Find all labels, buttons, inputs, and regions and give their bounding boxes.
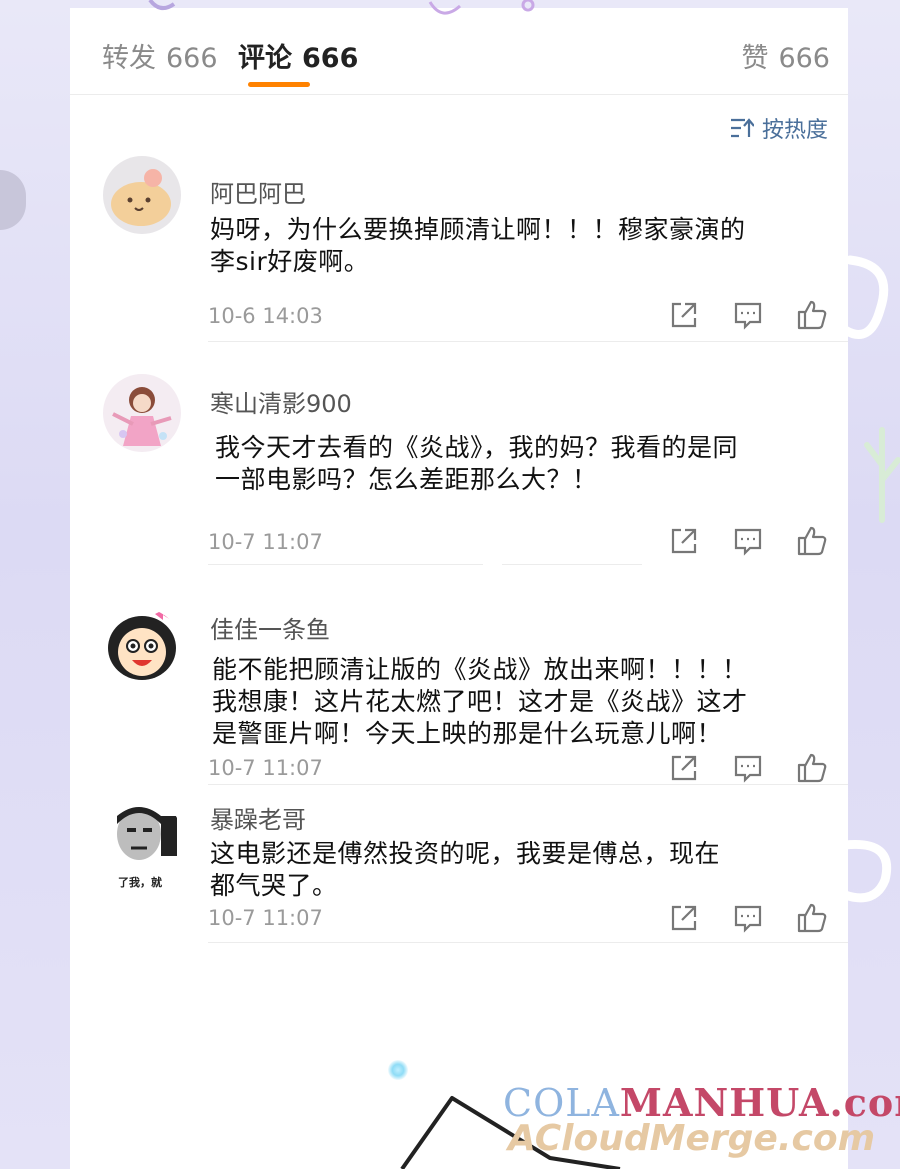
sparkle-glow (388, 1060, 408, 1080)
tab-repost[interactable]: 转发 666 (102, 36, 218, 75)
comment-text-line: 一部电影吗？怎么差距那么大？！ (215, 465, 598, 494)
tab-likes[interactable]: 赞 666 (741, 36, 830, 75)
comment-actions (668, 299, 828, 331)
avatar[interactable] (103, 608, 181, 686)
share-icon[interactable] (668, 525, 700, 557)
reply-icon[interactable] (732, 902, 764, 934)
divider (208, 341, 848, 342)
share-icon[interactable] (668, 752, 700, 784)
comment-text-line: 我今天才去看的《炎战》，我的妈？我看的是同 (215, 433, 739, 462)
avatar[interactable] (103, 802, 181, 880)
comment-text-line: 李sir好废啊。 (210, 247, 370, 276)
comment-text: 我今天才去看的《炎战》，我的妈？我看的是同 一部电影吗？怎么差距那么大？！ (215, 432, 775, 496)
comment-author[interactable]: 暴躁老哥 (210, 800, 306, 835)
comment-text-line: 妈呀，为什么要换掉顾清让啊！！！穆家豪演的 (210, 215, 746, 244)
background-plant (864, 427, 900, 523)
tab-comments-label: 评论 (238, 43, 292, 74)
comments-panel: 转发 666 评论 666 赞 666 按热度 阿巴阿巴 妈呀，为什么要换掉顾清… (70, 0, 848, 1169)
watermark-text: ACloudMerge.com (508, 1118, 876, 1159)
comment-time: 10-6 14:03 (208, 304, 323, 328)
comment-actions (668, 902, 828, 934)
like-icon[interactable] (796, 299, 828, 331)
tab-likes-count: 666 (778, 43, 830, 74)
tab-repost-count: 666 (166, 43, 218, 74)
avatar[interactable] (103, 156, 181, 234)
comment-text-line: 这电影还是傅然投资的呢，我要是傅总，现在 (210, 839, 721, 868)
comment-actions (668, 525, 828, 557)
comment-author[interactable]: 佳佳一条鱼 (210, 610, 330, 645)
comment-text: 妈呀，为什么要换掉顾清让啊！！！穆家豪演的 李sir好废啊。 (210, 214, 770, 278)
tab-repost-label: 转发 (102, 43, 156, 74)
divider (208, 564, 483, 565)
tab-likes-label: 赞 (741, 43, 769, 74)
sort-by-hot-button[interactable]: 按热度 (730, 112, 828, 144)
divider (502, 564, 642, 565)
tab-comments-count: 666 (302, 43, 359, 74)
reply-icon[interactable] (732, 752, 764, 784)
tab-comments[interactable]: 评论 666 (238, 36, 358, 75)
cartoon-girl-avatar-icon (103, 608, 181, 686)
comment-text-line: 都气哭了。 (210, 871, 338, 900)
like-icon[interactable] (796, 752, 828, 784)
active-tab-indicator (248, 82, 310, 87)
comment-time: 10-7 11:07 (208, 756, 323, 780)
comment-time: 10-7 11:07 (208, 906, 323, 930)
bun-avatar-icon (103, 156, 181, 234)
comment-actions (668, 752, 828, 784)
share-icon[interactable] (668, 299, 700, 331)
comment-text: 能不能把顾清让版的《炎战》放出来啊！！！！ 我想康！这片花太燃了吧！这才是《炎战… (212, 654, 812, 750)
divider (208, 942, 848, 943)
sort-icon (730, 118, 754, 138)
comment-text-line: 能不能把顾清让版的《炎战》放出来啊！！！！ (212, 655, 748, 684)
comment-author[interactable]: 阿巴阿巴 (210, 174, 306, 209)
like-icon[interactable] (796, 902, 828, 934)
reply-icon[interactable] (732, 525, 764, 557)
sort-label: 按热度 (761, 118, 828, 143)
comment-text: 这电影还是傅然投资的呢，我要是傅总，现在 都气哭了。 (210, 838, 770, 902)
anime-girl-avatar-icon (103, 374, 181, 452)
divider (208, 784, 848, 785)
comment-time: 10-7 11:07 (208, 530, 323, 554)
comment-text-line: 我想康！这片花太燃了吧！这才是《炎战》这才 (212, 687, 748, 716)
avatar-caption: 了我，就 (118, 876, 162, 889)
avatar[interactable] (103, 374, 181, 452)
meme-face-avatar-icon (103, 802, 181, 880)
reply-icon[interactable] (732, 299, 764, 331)
comment-text-line: 是警匪片啊！今天上映的那是什么玩意儿啊！ (212, 719, 723, 748)
background-glow (0, 170, 26, 230)
share-icon[interactable] (668, 902, 700, 934)
comment-author[interactable]: 寒山清影900 (210, 384, 352, 419)
like-icon[interactable] (796, 525, 828, 557)
tab-bar: 转发 666 评论 666 赞 666 (70, 8, 848, 95)
